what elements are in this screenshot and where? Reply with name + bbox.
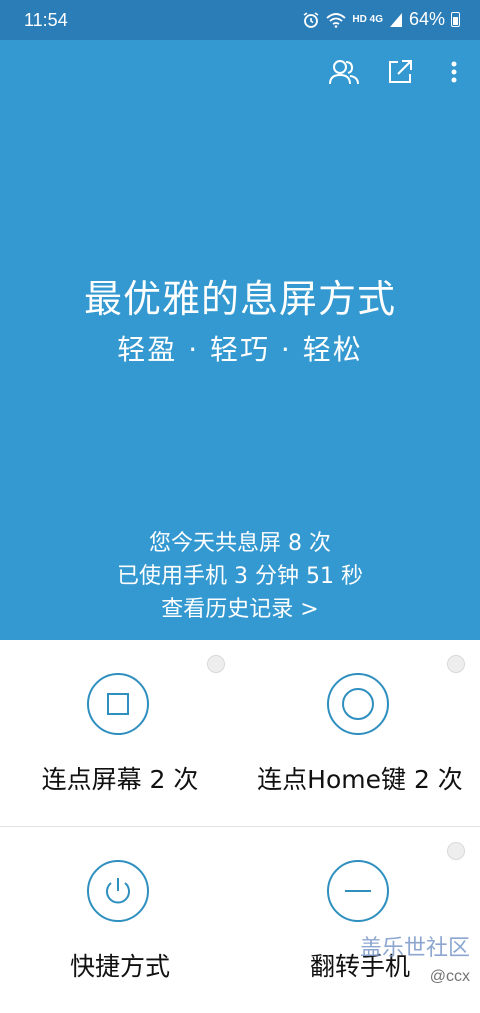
power-icon [106,878,130,904]
square-icon [107,693,129,715]
phone-usage-time: 已使用手机 3 分钟 51 秒 [117,564,363,589]
status-icons: HD 4G 64% [302,9,460,30]
minus-icon [345,890,371,892]
battery-percent: 64% [408,9,445,29]
option-select-dot[interactable] [447,655,465,673]
status-time: 11:54 [24,10,68,30]
usage-stats: 您今天共息屏 8 次 已使用手机 3 分钟 51 秒 查看历史记录 > [0,527,480,626]
battery-icon [451,12,460,27]
watermark-handle: @ccx [429,968,470,985]
view-history-link[interactable]: 查看历史记录 > [0,593,480,626]
top-action-bar [320,52,480,92]
option-icon-circle [87,673,149,735]
option-icon-circle [87,860,149,922]
option-double-tap-screen[interactable]: 连点屏幕 2 次 [0,640,240,826]
option-select-dot[interactable] [447,842,465,860]
wifi-icon [326,12,347,28]
more-vert-icon[interactable] [434,52,474,92]
option-shortcut[interactable]: 快捷方式 [0,827,240,1013]
watermark-text: 盖乐世社区 [359,936,470,961]
hero-title: 最优雅的息屏方式 [83,277,396,321]
share-external-icon[interactable] [380,52,420,92]
hero-banner: 最优雅的息屏方式 轻盈 · 轻巧 · 轻松 您今天共息屏 8 次 已使用手机 3… [0,40,480,640]
option-label: 连点屏幕 2 次 [41,765,199,794]
network-type: HD 4G [352,14,383,25]
alarm-icon [303,11,319,28]
option-label: 快捷方式 [69,952,170,981]
option-select-dot[interactable] [207,655,225,673]
option-label: 连点Home键 2 次 [257,765,463,794]
people-icon[interactable] [324,52,364,92]
option-double-tap-home[interactable]: 连点Home键 2 次 [240,640,480,826]
option-icon-circle [327,860,389,922]
option-icon-circle [327,673,389,735]
hero-subtitle: 轻盈 · 轻巧 · 轻松 [117,333,363,366]
ring-icon [342,688,374,720]
screen-off-count: 您今天共息屏 8 次 [149,531,331,556]
signal-icon [389,12,402,27]
status-bar: 11:54 HD 4G 64% [0,0,480,40]
